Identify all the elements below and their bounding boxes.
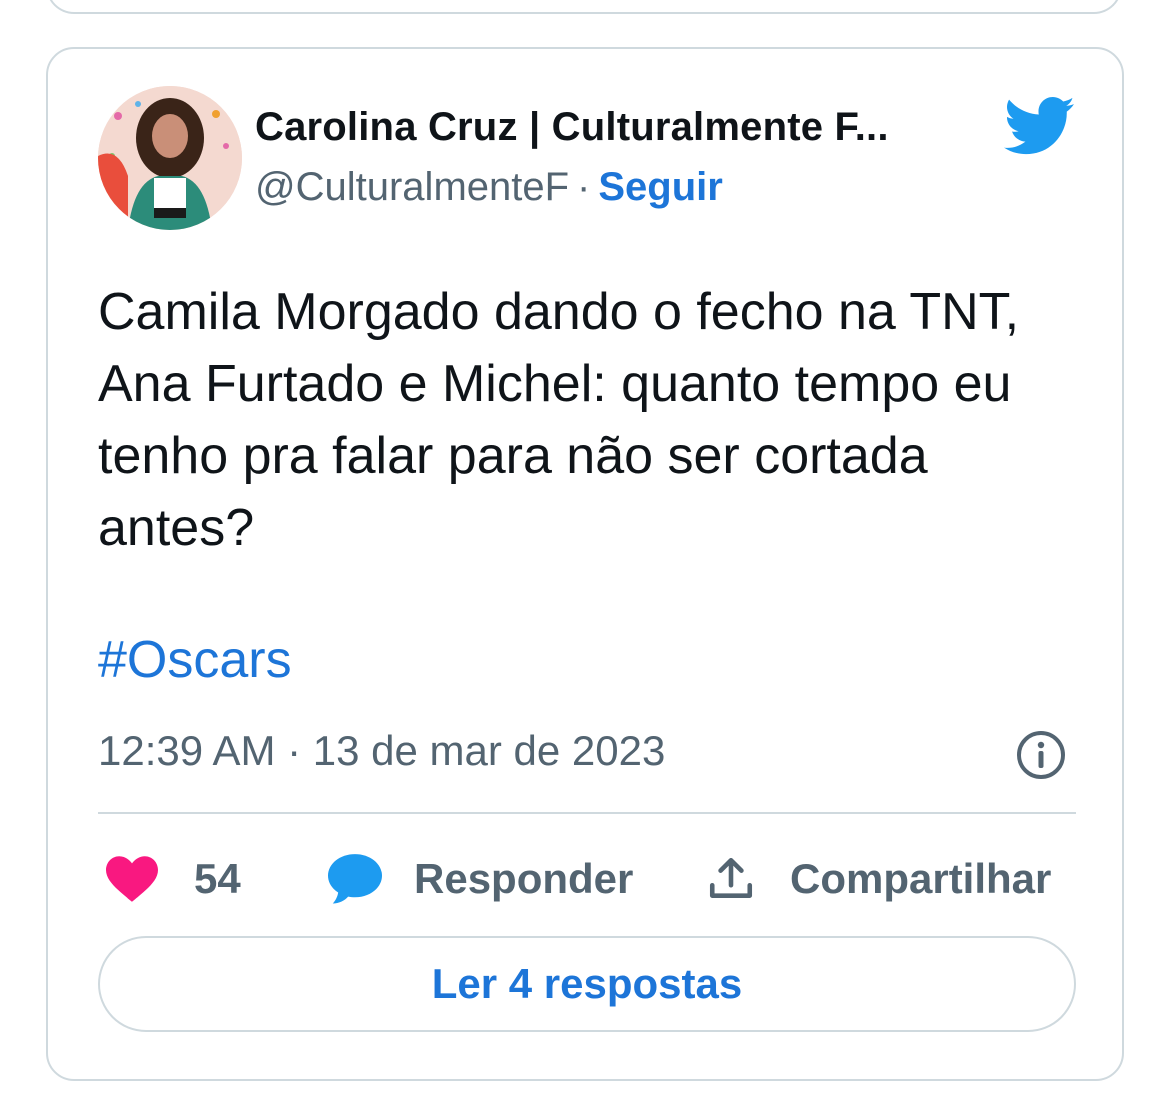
separator-dot: ·	[577, 165, 591, 209]
reply-button[interactable]: Responder	[328, 839, 633, 919]
tweet-text: Camila Morgado dando o fecho na TNT, Ana…	[98, 283, 1020, 557]
author-handle[interactable]: @CulturalmenteF	[255, 165, 569, 209]
speech-bubble-icon	[328, 854, 382, 904]
follow-link[interactable]: Seguir	[598, 165, 722, 209]
author-handle-row: @CulturalmenteF · Seguir	[255, 165, 723, 210]
tweet-card: Carolina Cruz | Culturalmente F... @Cult…	[46, 47, 1124, 1081]
share-label: Compartilhar	[790, 855, 1052, 902]
share-button[interactable]: Compartilhar	[706, 839, 1051, 919]
share-upload-icon	[709, 857, 753, 898]
like-button[interactable]: 54	[106, 839, 241, 919]
read-replies-button[interactable]: Ler 4 respostas	[98, 936, 1076, 1032]
action-bar: 54 Responder Compartilhar	[98, 839, 1088, 919]
info-icon[interactable]	[1015, 729, 1067, 781]
author-name[interactable]: Carolina Cruz | Culturalmente F...	[255, 105, 985, 150]
previous-tweet-card	[46, 0, 1122, 14]
twitter-bird-icon[interactable]	[1004, 97, 1076, 155]
like-count: 54	[194, 855, 241, 902]
tweet-timestamp[interactable]: 12:39 AM · 13 de mar de 2023	[98, 727, 665, 775]
heart-icon	[106, 856, 158, 902]
hashtag-link[interactable]: #Oscars	[98, 630, 292, 690]
reply-label: Responder	[414, 855, 634, 902]
avatar[interactable]	[98, 86, 242, 230]
divider	[98, 812, 1076, 814]
